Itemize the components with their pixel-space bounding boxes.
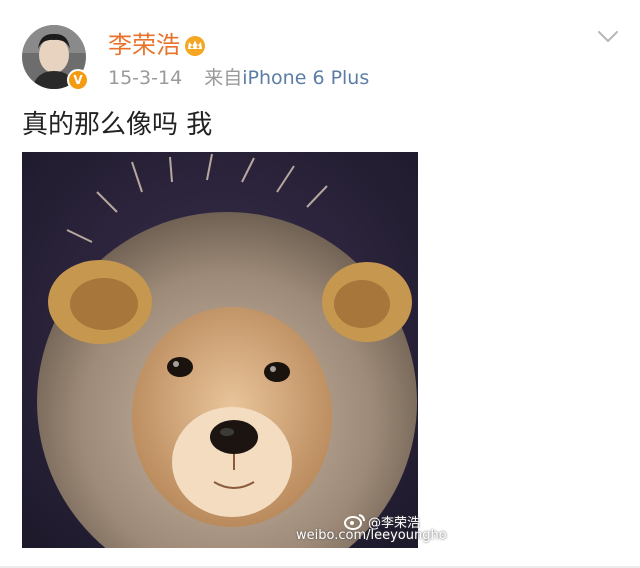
chevron-down-icon[interactable] — [597, 30, 619, 44]
post-meta: 15-3-14 来自iPhone 6 Plus — [108, 66, 369, 90]
watermark-url: weibo.com/leeyoungho — [296, 528, 447, 543]
source-device-link[interactable]: iPhone 6 Plus — [242, 67, 369, 89]
post-text: 真的那么像吗 我 — [22, 110, 213, 140]
post-date: 15-3-14 — [108, 67, 183, 89]
crown-icon — [185, 36, 205, 56]
source-prefix: 来自 — [204, 67, 243, 89]
weibo-post: V 李荣浩 15-3-14 来自iPhone 6 Plus 真的那么像吗 我 @… — [0, 0, 640, 568]
verified-v-icon: V — [67, 69, 89, 91]
post-image[interactable] — [22, 152, 418, 548]
author-name[interactable]: 李荣浩 — [108, 30, 180, 60]
